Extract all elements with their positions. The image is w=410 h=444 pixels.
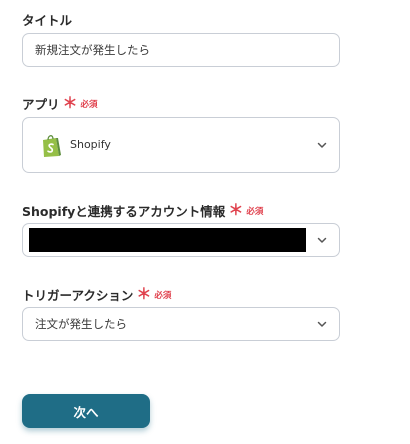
required-asterisk: ＊: [62, 94, 78, 112]
trigger-label-row: トリガーアクション ＊ 必須: [22, 285, 171, 304]
account-label-row: Shopifyと連携するアカウント情報 ＊ 必須: [22, 201, 263, 220]
trigger-settings-form: タイトル 新規注文が発生したら アプリ ＊ 必須 Shopify Shopify…: [0, 0, 410, 444]
account-select[interactable]: [22, 223, 340, 257]
selected-app-name: Shopify: [70, 138, 111, 151]
next-button-label: 次へ: [73, 404, 99, 420]
required-asterisk: ＊: [136, 285, 152, 303]
redacted-account-value: [29, 228, 306, 252]
trigger-action-value: 注文が発生したら: [35, 317, 127, 331]
required-text: 必須: [154, 290, 172, 301]
title-label-row: タイトル: [22, 10, 72, 29]
trigger-label: トリガーアクション: [22, 288, 134, 303]
title-label: タイトル: [22, 13, 73, 28]
trigger-action-select[interactable]: 注文が発生したら: [22, 307, 340, 341]
required-asterisk: ＊: [228, 201, 244, 219]
title-input[interactable]: 新規注文が発生したら: [22, 33, 340, 67]
account-label: Shopifyと連携するアカウント情報: [22, 204, 226, 219]
next-button[interactable]: 次へ: [22, 394, 150, 428]
app-select[interactable]: Shopify: [22, 117, 340, 173]
app-label-row: アプリ ＊ 必須: [22, 94, 98, 113]
chevron-down-icon[interactable]: [316, 234, 328, 246]
chevron-down-icon[interactable]: [316, 318, 328, 330]
chevron-down-icon[interactable]: [316, 139, 328, 151]
shopify-bag-icon: [43, 135, 61, 157]
app-label: アプリ: [22, 97, 60, 112]
required-text: 必須: [80, 99, 98, 110]
title-input-value: 新規注文が発生したら: [35, 43, 150, 57]
required-text: 必須: [246, 206, 264, 217]
